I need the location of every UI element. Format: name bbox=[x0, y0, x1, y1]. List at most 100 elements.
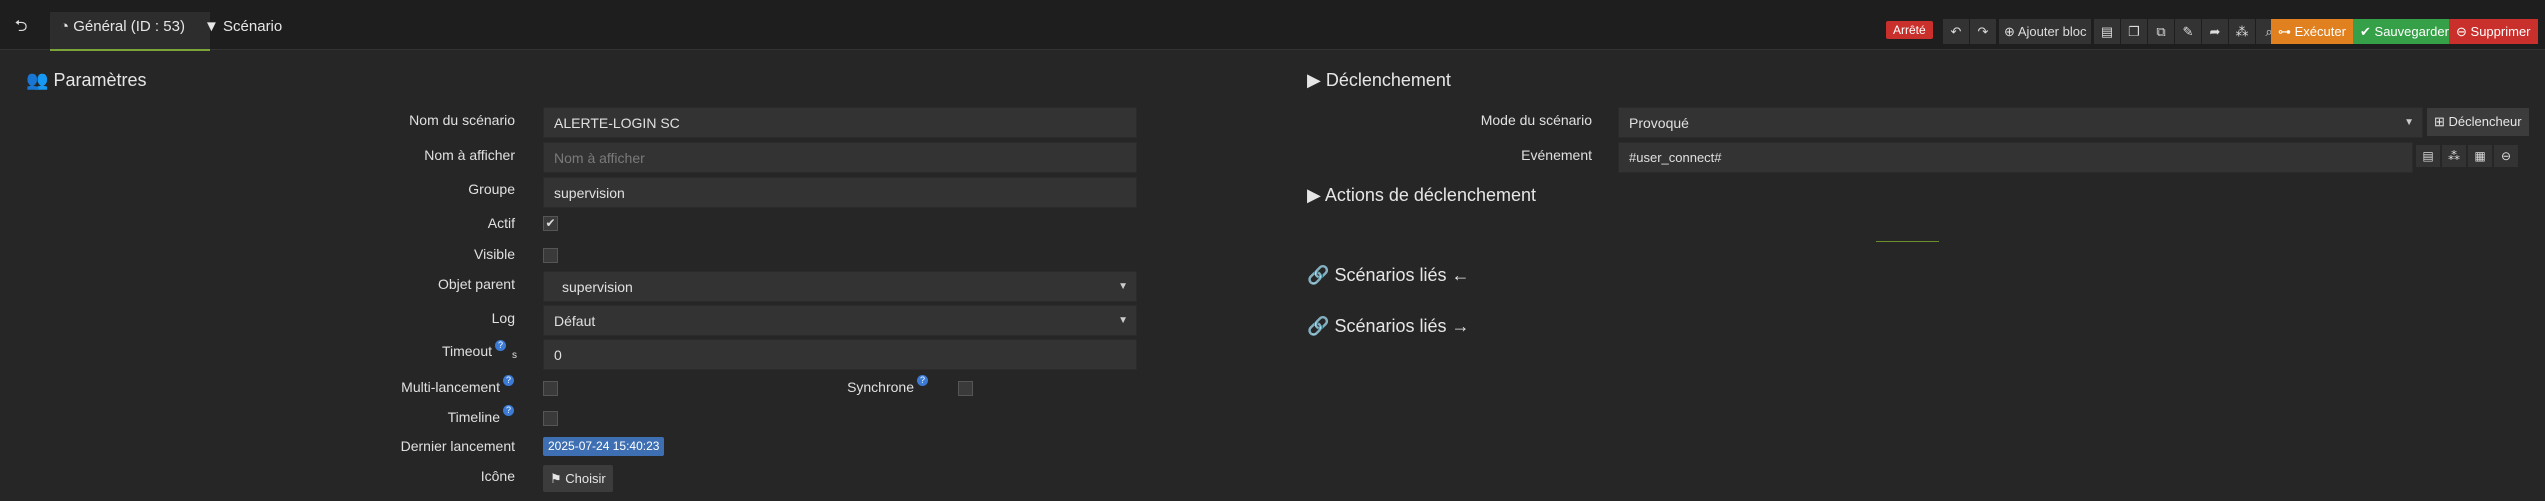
save-button[interactable]: ✔ Sauvegarder bbox=[2353, 19, 2456, 44]
play-circle-icon: ▶ bbox=[1307, 185, 1321, 205]
delete-label: Supprimer bbox=[2470, 24, 2531, 39]
parent-object-value: supervision bbox=[562, 279, 633, 295]
linked-scenarios-title-1: 🔗 Scénarios liés ← bbox=[1307, 265, 1470, 286]
timeout-unit: s bbox=[512, 350, 517, 361]
mode-label: Mode du scénario bbox=[1480, 112, 1592, 128]
save-label: Sauvegarder bbox=[2374, 24, 2449, 39]
undo-button[interactable]: ↶ bbox=[1943, 19, 1969, 44]
add-block-button[interactable]: ⊕ Ajouter bloc bbox=[1999, 19, 2092, 44]
timeout-input[interactable]: 0 bbox=[543, 339, 1137, 370]
group-input[interactable]: supervision bbox=[543, 177, 1137, 208]
users-cog-icon: 👥 bbox=[26, 70, 49, 90]
last-run-badge: 2025-07-24 15:40:23 bbox=[543, 437, 665, 456]
trigger-title-text: Déclenchement bbox=[1325, 70, 1451, 90]
active-checkbox[interactable]: ✔ bbox=[543, 216, 558, 231]
link-icon: 🔗 bbox=[1307, 265, 1330, 285]
divider bbox=[1876, 241, 1939, 242]
help-icon[interactable]: ? bbox=[503, 375, 514, 386]
log-label: Log bbox=[491, 310, 515, 326]
caret-down-icon: ▼ bbox=[1118, 281, 1128, 292]
tab-scenario[interactable]: ▼ Scénario bbox=[194, 12, 302, 49]
template-icon: ⧉ bbox=[2156, 24, 2166, 39]
trigger-actions-title-text: Actions de déclenchement bbox=[1324, 185, 1536, 205]
multi-launch-checkbox[interactable] bbox=[543, 381, 558, 396]
undo-icon: ↶ bbox=[1950, 24, 1962, 39]
parent-object-select[interactable]: supervision ▼ bbox=[543, 271, 1137, 302]
last-run-label: Dernier lancement bbox=[400, 438, 515, 454]
dependencies-button[interactable]: ⁂ bbox=[2229, 19, 2255, 44]
share-icon: ➦ bbox=[2209, 24, 2221, 39]
parameters-title: 👥 Paramètres bbox=[26, 70, 146, 91]
edit-icon: ✎ bbox=[2182, 24, 2194, 39]
display-name-label: Nom à afficher bbox=[424, 147, 515, 163]
log-button[interactable]: ▤ bbox=[2094, 19, 2120, 44]
linked-title-1-text: Scénarios liés bbox=[1334, 265, 1447, 285]
cubes-icon[interactable]: ⁂ bbox=[2442, 145, 2466, 167]
parent-object-label: Objet parent bbox=[437, 276, 515, 292]
trigger-title: ▶ Déclenchement bbox=[1307, 70, 1451, 91]
synchronous-checkbox[interactable] bbox=[958, 381, 973, 396]
copy-icon: ❐ bbox=[2128, 24, 2140, 39]
parameters-title-text: Paramètres bbox=[53, 70, 147, 90]
timeout-label: Timeout bbox=[441, 343, 492, 359]
log-select[interactable]: Défaut ▼ bbox=[543, 305, 1137, 336]
calculator-icon[interactable]: ▦ bbox=[2468, 145, 2492, 167]
plus-square-icon: ⊞ bbox=[2434, 114, 2445, 129]
mode-select[interactable]: Provoqué ▼ bbox=[1618, 107, 2423, 138]
icon-label: Icône bbox=[480, 468, 515, 484]
help-icon[interactable]: ? bbox=[503, 405, 514, 416]
group-label: Groupe bbox=[468, 181, 515, 197]
minus-circle-icon: ⊖ bbox=[2456, 24, 2467, 39]
back-button[interactable]: ⮌ bbox=[8, 14, 34, 40]
display-name-input[interactable]: Nom à afficher bbox=[543, 142, 1137, 173]
tab-general[interactable]: ◔ Général (ID : 53) bbox=[50, 12, 210, 51]
execute-label: Exécuter bbox=[2294, 24, 2346, 39]
tab-scenario-label: Scénario bbox=[223, 18, 283, 35]
visible-checkbox[interactable] bbox=[543, 248, 558, 263]
timeline-checkbox[interactable] bbox=[543, 411, 558, 426]
filter-icon: ▼ bbox=[204, 18, 219, 35]
file-icon: ▤ bbox=[2100, 24, 2114, 39]
status-badge: Arrêté bbox=[1886, 21, 1933, 39]
list-icon[interactable]: ▤ bbox=[2416, 145, 2440, 167]
arrow-left-icon: ← bbox=[1451, 265, 1470, 285]
redo-icon: ↷ bbox=[1977, 24, 1989, 39]
trigger-button[interactable]: ⊞ Déclencheur bbox=[2427, 108, 2529, 136]
log-value: Défaut bbox=[554, 313, 596, 329]
help-icon[interactable]: ? bbox=[917, 375, 928, 386]
caret-down-icon: ▼ bbox=[1118, 315, 1128, 326]
name-label: Nom du scénario bbox=[409, 112, 515, 128]
synchronous-label: Synchrone bbox=[847, 379, 914, 395]
caret-down-icon: ▼ bbox=[2404, 117, 2414, 128]
flag-icon: ⚑ bbox=[550, 471, 562, 486]
gamepad-icon: ⊶ bbox=[2278, 24, 2291, 39]
export-button[interactable]: ➦ bbox=[2202, 19, 2228, 44]
delete-button[interactable]: ⊖ Supprimer bbox=[2449, 19, 2538, 44]
redo-button[interactable]: ↷ bbox=[1970, 19, 1996, 44]
choose-label: Choisir bbox=[565, 471, 606, 486]
play-circle-icon: ▶ bbox=[1307, 70, 1321, 90]
active-label: Actif bbox=[487, 215, 515, 231]
tab-general-label: Général (ID : 53) bbox=[73, 18, 185, 35]
dashboard-icon: ◔ bbox=[60, 18, 70, 35]
trigger-button-label: Déclencheur bbox=[2448, 114, 2522, 129]
trigger-actions-title: ▶ Actions de déclenchement bbox=[1307, 185, 1536, 206]
linked-title-2-text: Scénarios liés bbox=[1334, 316, 1447, 336]
copy-button[interactable]: ❐ bbox=[2121, 19, 2147, 44]
mode-value: Provoqué bbox=[1629, 115, 1689, 131]
execute-button[interactable]: ⊶ Exécuter bbox=[2271, 19, 2353, 44]
plus-circle-icon: ⊕ bbox=[2004, 24, 2015, 39]
event-input[interactable]: #user_connect# bbox=[1618, 142, 2413, 173]
linked-scenarios-title-2: 🔗 Scénarios liés → bbox=[1307, 316, 1470, 337]
toolbar: ⮌ ◔ Général (ID : 53) ▼ Scénario Arrêté … bbox=[0, 0, 2545, 51]
edit-button[interactable]: ✎ bbox=[2175, 19, 2201, 44]
check-circle-icon: ✔ bbox=[2360, 24, 2371, 39]
scenario-name-input[interactable]: ALERTE-LOGIN SC bbox=[543, 107, 1137, 138]
template-button[interactable]: ⧉ bbox=[2148, 19, 2174, 44]
choose-icon-button[interactable]: ⚑ Choisir bbox=[543, 465, 613, 492]
event-label: Evénement bbox=[1521, 147, 1592, 163]
timeline-label: Timeline bbox=[447, 409, 500, 425]
minus-circle-icon[interactable]: ⊖ bbox=[2494, 145, 2518, 167]
add-block-label: Ajouter bloc bbox=[2017, 24, 2087, 39]
arrow-right-icon: → bbox=[1451, 316, 1470, 336]
